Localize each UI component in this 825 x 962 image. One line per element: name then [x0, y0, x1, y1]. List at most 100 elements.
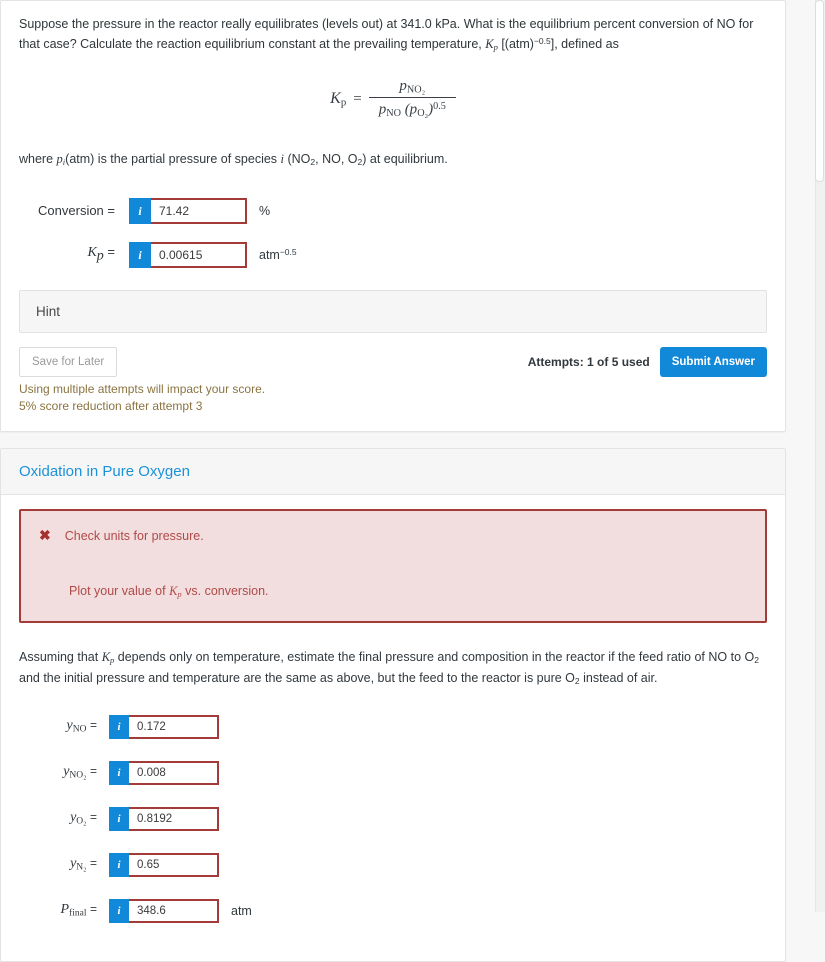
question-prompt-1: Suppose the pressure in the reactor real… [19, 15, 767, 55]
formula-lhs-subscript: p [340, 96, 347, 109]
submit-area: Attempts: 1 of 5 used Submit Answer [527, 346, 767, 377]
error-alert-primary: ✖ Check units for pressure. [39, 527, 747, 546]
y-o2-input[interactable] [129, 806, 219, 831]
y-o2-subscript: O₂ [76, 816, 87, 827]
prompt-kp-symbol: K [485, 36, 494, 51]
y-no-input-group: i [109, 714, 219, 739]
kp-formula: Kp = pNO₂ pNO (pO₂)0.5 [19, 77, 767, 121]
answer-row-y-no: yNO = i [19, 714, 767, 739]
save-for-later-button[interactable]: Save for Later [19, 346, 118, 377]
info-icon[interactable]: i [109, 898, 129, 923]
answer-row-conversion: Conversion = i % [19, 197, 767, 224]
prompt2-kp-symbol: K [101, 650, 111, 665]
y-no-label: yNO = [19, 718, 109, 734]
kp-label-equals: = [107, 244, 115, 260]
p-final-input[interactable] [129, 898, 219, 923]
page-scrollbar-track[interactable] [815, 0, 825, 912]
y-n2-equals: = [89, 856, 97, 871]
question-card-1-body: Suppose the pressure in the reactor real… [1, 1, 785, 431]
formula-lhs: Kp [330, 90, 346, 109]
prompt2-prefix: Assuming that [19, 650, 102, 665]
answer-row-y-n2: yN₂ = i [19, 852, 767, 877]
numerator-symbol: p [399, 77, 407, 94]
answer-row-y-o2: yO₂ = i [19, 806, 767, 831]
denominator-left-subscript: NO [386, 108, 401, 120]
p-final-input-group: i [109, 898, 219, 923]
question-actions-1: Save for Later Attempts: 1 of 5 used Sub… [19, 346, 767, 377]
page-scrollbar-thumb[interactable] [815, 0, 824, 182]
y-no2-subscript: NO₂ [69, 770, 87, 781]
y-n2-input[interactable] [129, 852, 219, 877]
prompt-exponent: −0.5 [533, 35, 551, 46]
y-no-input[interactable] [129, 714, 219, 739]
error-message-2-suffix: vs. conversion. [181, 584, 269, 599]
section-title: Oxidation in Pure Oxygen [19, 463, 190, 481]
prompt2-middle-1: depends only on temperature, estimate th… [114, 650, 755, 665]
p-final-label: Pfinal = [19, 902, 109, 918]
kp-input[interactable] [151, 241, 247, 268]
prompt-text-part-2: [(atm) [497, 36, 534, 51]
attempt-warning: Using multiple attempts will impact your… [19, 381, 767, 416]
hint-box[interactable]: Hint [19, 289, 767, 333]
formula-denominator: pNO (pO₂)0.5 [369, 98, 456, 119]
p-final-equals: = [89, 902, 97, 917]
info-icon[interactable]: i [129, 241, 151, 268]
answer-row-y-no2: yNO₂ = i [19, 760, 767, 785]
info-icon[interactable]: i [109, 852, 129, 877]
y-no-equals: = [89, 718, 97, 733]
info-icon[interactable]: i [109, 714, 129, 739]
attempts-counter: Attempts: 1 of 5 used [527, 354, 650, 369]
question-card-2-header: Oxidation in Pure Oxygen [1, 449, 785, 496]
conversion-label: Conversion = [38, 203, 115, 219]
question-prompt-2: Assuming that Kp depends only on tempera… [19, 647, 767, 688]
conversion-input[interactable] [151, 197, 247, 224]
y-no-subscript: NO [72, 724, 87, 735]
info-icon[interactable]: i [129, 197, 151, 224]
y-o2-equals: = [89, 810, 97, 825]
conversion-unit: % [259, 203, 271, 218]
answer-row-p-final: Pfinal = i atm [19, 898, 767, 923]
y-n2-label: yN₂ = [19, 856, 109, 872]
denominator-right-subscript: O₂ [417, 108, 429, 120]
prompt2-o2-sub-1: 2 [754, 655, 759, 666]
question-page: Suppose the pressure in the reactor real… [0, 0, 825, 962]
question-card-2: Oxidation in Pure Oxygen ✖ Check units f… [0, 448, 786, 962]
y-no2-label: yNO₂ = [19, 764, 109, 780]
where-species-close: ) at equilibrium. [362, 152, 448, 167]
kp-input-group: i [129, 241, 247, 268]
formula-fraction: pNO₂ pNO (pO₂)0.5 [368, 77, 456, 119]
where-middle-text: (atm) is the partial pressure of species [65, 152, 281, 167]
kp-unit: atm−0.5 [259, 247, 297, 262]
answer-fields-group-1: Conversion = i % Kp = i atm−0.5 [19, 197, 767, 268]
y-no2-input-group: i [109, 760, 219, 785]
where-species-mid: , NO, O [315, 152, 358, 167]
kp-unit-exponent: −0.5 [279, 247, 297, 258]
y-no2-equals: = [89, 764, 97, 779]
p-final-unit: atm [231, 903, 252, 918]
attempt-warning-line-1: Using multiple attempts will impact your… [19, 381, 266, 396]
question-card-1: Suppose the pressure in the reactor real… [0, 0, 786, 433]
submit-answer-button[interactable]: Submit Answer [659, 346, 767, 377]
where-definition-line: where pi(atm) is the partial pressure of… [19, 150, 767, 169]
info-icon[interactable]: i [109, 760, 129, 785]
info-icon[interactable]: i [109, 806, 129, 831]
y-no2-input[interactable] [129, 760, 219, 785]
y-n2-input-group: i [109, 852, 219, 877]
y-n2-subscript: N₂ [76, 862, 87, 873]
error-message-2: Plot your value of Kp vs. conversion. [69, 584, 747, 599]
question-card-2-body: ✖ Check units for pressure. Plot your va… [1, 495, 785, 960]
error-message-2-prefix: Plot your value of [69, 584, 170, 599]
where-species-open: (NO [284, 152, 311, 167]
answer-fields-group-2: yNO = i yNO₂ = i [19, 714, 767, 923]
denominator-right-open: (p [404, 101, 418, 118]
conversion-input-group: i [129, 197, 247, 224]
numerator-subscript: NO₂ [406, 84, 426, 96]
prompt-text-part-1: Suppose the pressure in the reactor real… [19, 17, 754, 51]
error-alert: ✖ Check units for pressure. Plot your va… [19, 509, 767, 624]
formula-equals: = [353, 90, 362, 107]
error-message-1: Check units for pressure. [64, 529, 204, 544]
y-o2-input-group: i [109, 806, 219, 831]
kp-label: Kp = [19, 244, 129, 265]
kp-unit-text: atm [259, 247, 280, 262]
p-final-variable: P [60, 902, 70, 918]
